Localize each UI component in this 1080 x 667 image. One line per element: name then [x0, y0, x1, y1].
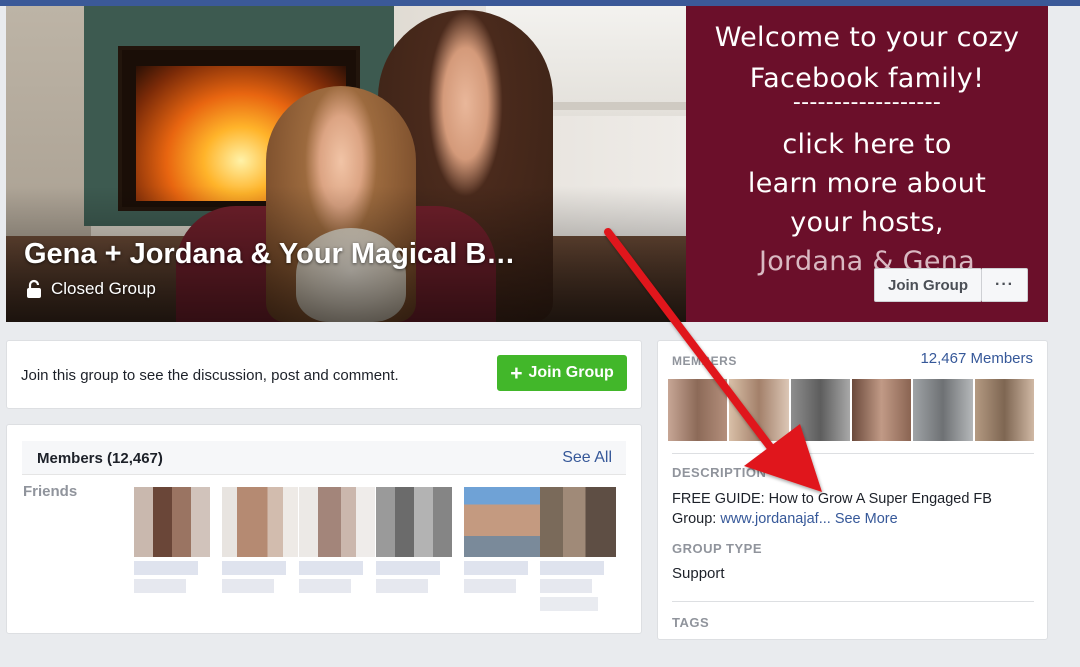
friend-name-blurred[interactable]: [222, 561, 286, 575]
friend-name-blurred: [540, 597, 598, 611]
see-all-link[interactable]: See All: [562, 449, 612, 467]
friend-name-blurred: [134, 579, 186, 593]
join-group-button[interactable]: + Join Group: [497, 355, 627, 391]
friend-tile[interactable]: [464, 487, 540, 667]
tags-label: TAGS: [672, 615, 710, 630]
friend-name-blurred: [376, 579, 428, 593]
promo-divider: ------------------: [792, 90, 942, 115]
group-type-value: Support: [672, 565, 725, 582]
promo-line: your hosts,: [790, 207, 944, 238]
group-privacy: Closed Group: [26, 279, 156, 299]
friend-avatar[interactable]: [134, 487, 210, 557]
promo-line: learn more about: [747, 168, 987, 199]
more-options-button[interactable]: ···: [982, 268, 1028, 302]
cover-join-group-button[interactable]: Join Group: [874, 268, 982, 302]
friend-avatar[interactable]: [222, 487, 298, 557]
member-avatar[interactable]: [851, 379, 912, 441]
join-group-label: Join Group: [528, 364, 614, 381]
member-avatar[interactable]: [913, 379, 973, 441]
privacy-label: Closed Group: [51, 279, 156, 298]
member-avatar[interactable]: [668, 379, 728, 441]
friend-tile[interactable]: [299, 487, 375, 667]
promo-line: click here to: [782, 129, 952, 160]
friend-tile[interactable]: [376, 487, 452, 667]
join-prompt-card: Join this group to see the discussion, p…: [6, 340, 642, 409]
friends-label: Friends: [23, 483, 78, 500]
members-section-label: MEMBERS: [672, 354, 737, 368]
member-avatar[interactable]: [729, 379, 789, 441]
description-label: DESCRIPTION: [672, 465, 767, 480]
join-prompt-text: Join this group to see the discussion, p…: [21, 367, 399, 384]
friend-name-blurred: [464, 579, 516, 593]
cover-photo: [6, 6, 686, 322]
friend-avatar[interactable]: [464, 487, 540, 557]
friend-tile[interactable]: [134, 487, 210, 667]
group-description: FREE GUIDE: How to Grow A Super Engaged …: [672, 489, 1032, 529]
member-avatar[interactable]: [790, 379, 850, 441]
members-count-link[interactable]: 12,467 Members: [920, 350, 1033, 367]
member-avatar[interactable]: [974, 379, 1034, 441]
friend-name-blurred[interactable]: [299, 561, 363, 575]
friend-tile[interactable]: [540, 487, 616, 667]
friend-name-blurred: [299, 579, 351, 593]
member-avatar-strip: [668, 379, 1034, 441]
friend-avatar[interactable]: [299, 487, 375, 557]
divider: [672, 453, 1034, 454]
group-type-label: GROUP TYPE: [672, 541, 763, 556]
friend-name-blurred: [540, 579, 592, 593]
members-card: Members (12,467) See All Friends: [6, 424, 642, 634]
promo-line: Welcome to your cozy: [714, 22, 1020, 53]
see-more-link[interactable]: See More: [835, 511, 898, 527]
group-title[interactable]: Gena + Jordana & Your Magical B…: [24, 238, 515, 271]
friend-name-blurred[interactable]: [376, 561, 440, 575]
about-card: MEMBERS 12,467 Members DESCRIPTION FREE …: [657, 340, 1048, 640]
group-cover[interactable]: Welcome to your cozy Facebook family! --…: [6, 6, 1048, 322]
plus-icon: +: [510, 361, 523, 385]
friend-avatar[interactable]: [540, 487, 616, 557]
divider: [672, 601, 1034, 602]
members-title: Members (12,467): [37, 450, 163, 467]
friend-name-blurred[interactable]: [134, 561, 198, 575]
description-url-link[interactable]: www.jordanajaf...: [720, 511, 830, 527]
friend-name-blurred[interactable]: [540, 561, 604, 575]
friend-name-blurred[interactable]: [464, 561, 528, 575]
friend-name-blurred: [222, 579, 274, 593]
lock-icon: [26, 279, 42, 299]
friend-tile[interactable]: [222, 487, 298, 667]
members-header: Members (12,467) See All: [22, 441, 626, 475]
friend-avatar[interactable]: [376, 487, 452, 557]
